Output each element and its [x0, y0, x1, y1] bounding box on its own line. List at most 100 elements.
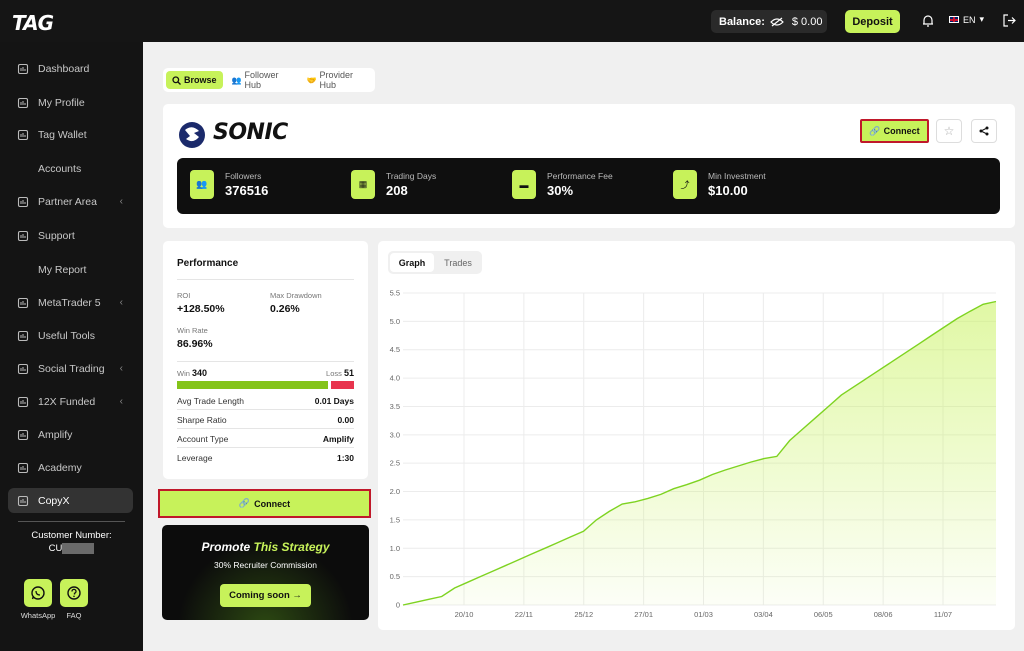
- chevron-left-icon: ‹: [119, 196, 123, 207]
- divider: [177, 447, 354, 448]
- share-icon: [979, 126, 989, 136]
- sidebar-item-label: MetaTrader 5: [38, 296, 101, 309]
- bars-icon: [17, 495, 29, 507]
- favorite-button[interactable]: ☆: [936, 119, 962, 143]
- sidebar-item[interactable]: Social Trading ‹: [8, 356, 133, 381]
- sidebar-item-label: Amplify: [38, 428, 73, 441]
- tab-follower-hub[interactable]: 👥 Follower Hub: [226, 70, 298, 90]
- promo-title: Promote This Strategy: [162, 540, 369, 554]
- share-button[interactable]: [971, 119, 997, 143]
- sidebar-item-label: Dashboard: [38, 62, 90, 75]
- y-tick-label: 2.0: [390, 487, 400, 496]
- drawdown-label: Max Drawdown: [270, 291, 322, 300]
- tab-browse-label: Browse: [184, 75, 217, 85]
- sidebar-item[interactable]: MetaTrader 5 ‹: [8, 290, 133, 315]
- tools-icon: [17, 330, 29, 342]
- roi-value: +128.50%: [177, 303, 225, 315]
- sidebar-divider: [18, 521, 125, 522]
- sidebar-item[interactable]: Accounts: [8, 156, 133, 181]
- sidebar-item[interactable]: CopyX: [8, 488, 133, 513]
- tab-provider-hub[interactable]: 🤝 Provider Hub: [300, 70, 372, 90]
- tab-trades[interactable]: Trades: [436, 253, 480, 272]
- tab-graph[interactable]: Graph: [390, 253, 434, 272]
- whatsapp-label: WhatsApp: [20, 611, 56, 620]
- stat-label: Trading Days: [386, 171, 437, 181]
- row-value: 1:30: [336, 453, 354, 463]
- deposit-button[interactable]: Deposit: [845, 10, 900, 33]
- promo-title-b: This Strategy: [253, 540, 330, 554]
- laptop-icon: [17, 297, 29, 309]
- x-tick-label: 03/04: [754, 610, 773, 619]
- row-label: Sharpe Ratio: [177, 415, 227, 425]
- language-label: EN: [963, 14, 976, 25]
- faq-button[interactable]: [60, 579, 88, 607]
- language-selector[interactable]: EN ▾: [949, 14, 984, 25]
- divider: [177, 361, 354, 362]
- stat-value: 30%: [547, 183, 574, 198]
- drawdown-stat: Max Drawdown 0.26%: [270, 291, 322, 315]
- y-tick-label: 3.0: [390, 430, 400, 439]
- tab-provider-hub-label: Provider Hub: [319, 70, 353, 90]
- sidebar-item[interactable]: Tag Wallet: [8, 122, 133, 147]
- promo-title-a: Promote: [201, 540, 254, 554]
- y-tick-label: 0: [396, 601, 400, 610]
- sidebar-item[interactable]: My Report: [8, 257, 133, 282]
- balance-value: $ 0.00: [791, 15, 823, 28]
- tab-follower-hub-label: Follower Hub: [244, 70, 279, 90]
- users-icon: 👥: [190, 170, 214, 199]
- y-tick-label: 0.5: [390, 572, 400, 581]
- y-tick-label: 3.5: [390, 402, 400, 411]
- sidebar-item[interactable]: Useful Tools: [8, 323, 133, 348]
- performance-row: Leverage 1:30: [177, 453, 354, 463]
- sidebar-item[interactable]: Support: [8, 223, 133, 248]
- eye-off-icon[interactable]: [770, 17, 784, 27]
- star-icon: ☆: [943, 124, 955, 138]
- sidebar-item[interactable]: My Profile: [8, 90, 133, 115]
- balance-display: Balance: $ 0.00: [711, 10, 827, 33]
- stat-label: Followers: [225, 171, 262, 181]
- sidebar-item-label: Support: [38, 229, 75, 242]
- graph-card: 0 0.5 1.0 1.5 2.0 2.5 3.0 3.5 4.0 4.5 5.0 5.5 20/10 2…: [378, 241, 1015, 630]
- faq-label: FAQ: [66, 611, 82, 620]
- tab-browse[interactable]: Browse: [166, 71, 223, 89]
- connect-button-top[interactable]: 🔗 Connect: [860, 119, 929, 143]
- chevron-left-icon: ‹: [119, 363, 123, 374]
- row-value: 0.01 Days: [314, 396, 354, 406]
- sidebar-item[interactable]: Partner Area ‹: [8, 189, 133, 214]
- connect-button-main[interactable]: 🔗 Connect: [158, 489, 371, 518]
- sidebar-item-label: My Profile: [38, 96, 85, 109]
- question-icon: [67, 586, 81, 600]
- whatsapp-button[interactable]: [24, 579, 52, 607]
- chart-area: [403, 301, 996, 605]
- sidebar-item-label: Partner Area: [38, 195, 97, 208]
- logo[interactable]: TAG: [12, 11, 54, 35]
- logout-icon[interactable]: [1003, 14, 1016, 27]
- whatsapp-icon: [31, 586, 45, 600]
- loss-count: Loss 51: [326, 368, 354, 378]
- loss-bar: [331, 381, 354, 389]
- customer-number-label: Customer Number:: [31, 530, 112, 541]
- x-tick-label: 27/01: [634, 610, 653, 619]
- sidebar-item-label: Useful Tools: [38, 329, 96, 342]
- performance-title: Performance: [177, 258, 239, 269]
- strategy-stats-bar: 👥 Followers 376516 ▦ Trading Days 208 ▬ Perform…: [177, 158, 1000, 214]
- roi-stat: ROI +128.50%: [177, 291, 225, 315]
- sidebar-item[interactable]: Dashboard: [8, 56, 133, 81]
- strategy-name: SONIC: [213, 120, 288, 145]
- sidebar-item-label: Accounts: [38, 162, 82, 175]
- user-icon: [17, 97, 29, 109]
- customer-number: Customer Number: CU: [0, 529, 143, 555]
- sidebar-item[interactable]: 12X Funded ‹: [8, 389, 133, 414]
- stat-text: Min Investment $10.00: [708, 171, 766, 198]
- row-value: Amplify: [322, 434, 354, 444]
- uk-flag-icon: [949, 16, 959, 23]
- performance-row: Account Type Amplify: [177, 434, 354, 444]
- sidebar-item[interactable]: Academy: [8, 455, 133, 480]
- sidebar-item-label: CopyX: [38, 494, 70, 507]
- bell-icon[interactable]: [921, 14, 935, 28]
- coming-soon-button[interactable]: Coming soon →: [220, 584, 311, 607]
- chevron-left-icon: ‹: [119, 297, 123, 308]
- sidebar-item[interactable]: Amplify: [8, 422, 133, 447]
- winrate-stat: Win Rate 86.96%: [177, 326, 213, 350]
- x-tick-label: 01/03: [694, 610, 713, 619]
